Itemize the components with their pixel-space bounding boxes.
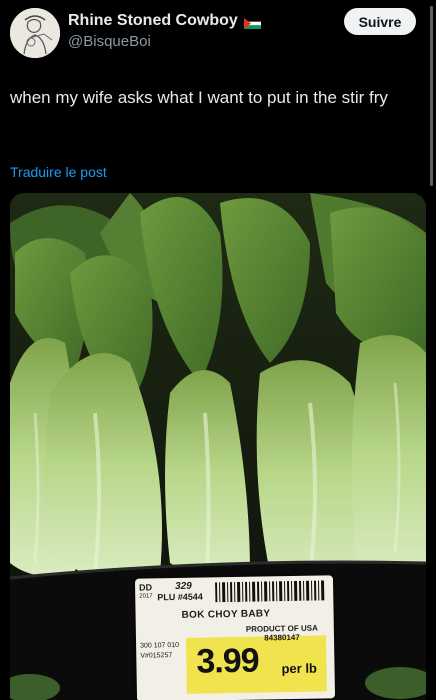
name-row: Rhine Stoned Cowboy <box>68 12 261 30</box>
tag-product-name: BOK CHOY BABY <box>181 608 271 621</box>
tag-code1: 300 107 010 <box>140 641 180 650</box>
price-tag: DD 329 2017 PLU #4544 BOK CHOY BABY PROD… <box>134 575 336 700</box>
tag-small-code: 2017 <box>139 593 153 600</box>
tag-code-top: 329 <box>174 580 192 593</box>
barcode-icon <box>215 580 325 603</box>
palestine-flag-icon <box>243 16 261 29</box>
scrollbar[interactable] <box>430 6 433 186</box>
tag-origin: PRODUCT OF USA 84380147 <box>246 624 318 643</box>
tag-price: 3.99 <box>196 641 259 681</box>
display-name[interactable]: Rhine Stoned Cowboy <box>68 12 238 30</box>
follow-button[interactable]: Suivre <box>344 8 416 35</box>
translate-post-link[interactable]: Traduire le post <box>10 164 107 180</box>
avatar-sketch-icon <box>10 8 60 58</box>
post-media-image[interactable]: DD 329 2017 PLU #4544 BOK CHOY BABY PROD… <box>10 193 426 700</box>
tag-price-unit: per lb <box>281 660 318 677</box>
user-handle[interactable]: @BisqueBoi <box>68 33 151 50</box>
avatar[interactable] <box>10 8 60 58</box>
tag-code2: V#015257 <box>140 652 173 660</box>
tag-dept: DD <box>139 582 153 593</box>
post-header: Rhine Stoned Cowboy @BisqueBoi Suivre <box>0 0 436 70</box>
post-text: when my wife asks what I want to put in … <box>10 88 388 107</box>
tag-plu: PLU #4544 <box>157 591 203 603</box>
